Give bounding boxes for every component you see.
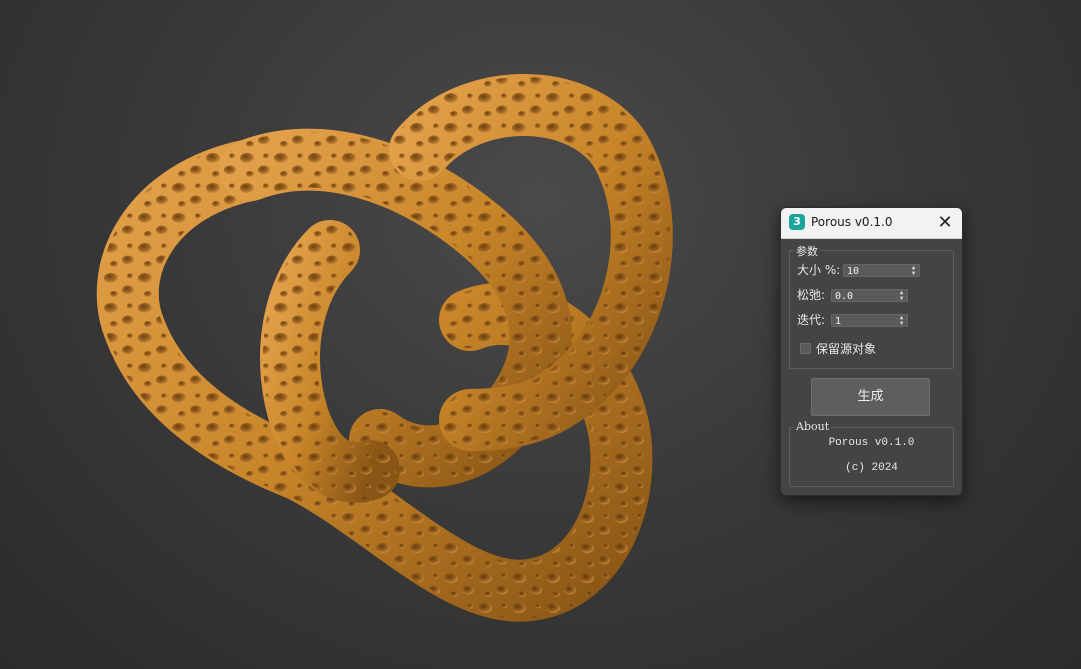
about-group-label: About — [794, 420, 832, 433]
about-version: Porous v0.1.0 — [828, 437, 915, 449]
params-group: 参数 大小 %: 10 ▲ ▼ 松弛: 0.0 ▲ ▼ 迭代: 1 ▲ ▼ 保留源对象 — [789, 243, 954, 369]
relax-spinner-arrows-icon[interactable]: ▲ ▼ — [898, 290, 905, 302]
size-value[interactable]: 10 — [847, 266, 859, 277]
iterations-spinner[interactable]: 1 ▲ ▼ — [831, 314, 908, 327]
iterations-label: 迭代: — [797, 313, 826, 327]
porous-knot-model — [96, 74, 673, 622]
dialog-title: Porous v0.1.0 — [811, 215, 893, 229]
iterations-value[interactable]: 1 — [835, 316, 841, 327]
iterations-spinner-arrows-icon[interactable]: ▲ ▼ — [898, 315, 905, 327]
relax-spinner[interactable]: 0.0 ▲ ▼ — [831, 289, 908, 302]
params-group-label: 参数 — [794, 243, 820, 259]
relax-label: 松弛: — [797, 288, 826, 302]
generate-button[interactable]: 生成 — [811, 378, 930, 416]
about-copyright: (c) 2024 — [845, 462, 898, 474]
size-label: 大小 %: — [797, 263, 841, 277]
about-group: About Porous v0.1.0 (c) 2024 — [789, 420, 954, 487]
keep-source-label[interactable]: 保留源对象 — [816, 340, 876, 357]
size-spinner[interactable]: 10 ▲ ▼ — [843, 264, 920, 277]
size-spinner-arrows-icon[interactable]: ▲ ▼ — [910, 265, 917, 277]
title-bar[interactable]: 3 Porous v0.1.0 ✕ — [781, 208, 962, 239]
keep-source-checkbox[interactable] — [800, 343, 811, 354]
close-button[interactable]: ✕ — [934, 212, 956, 234]
app-3dsmax-icon: 3 — [789, 214, 805, 230]
porous-dialog: 3 Porous v0.1.0 ✕ 参数 大小 %: 10 ▲ ▼ 松弛: 0.0… — [780, 207, 963, 496]
relax-value[interactable]: 0.0 — [835, 291, 853, 302]
